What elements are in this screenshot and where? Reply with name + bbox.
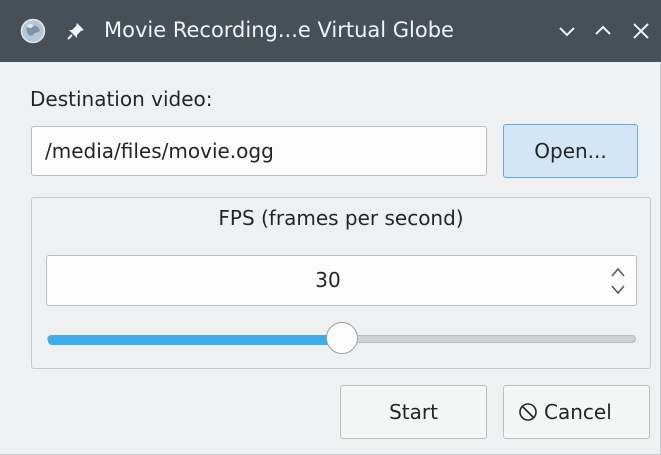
pin-icon[interactable] — [67, 22, 85, 40]
close-icon[interactable] — [630, 20, 652, 42]
globe-icon[interactable] — [20, 18, 46, 44]
minimize-icon[interactable] — [556, 20, 578, 42]
maximize-icon[interactable] — [592, 20, 614, 42]
cancel-button[interactable]: Cancel — [503, 385, 650, 439]
movie-recording-dialog: Movie Recording...e Virtual Globe Destin… — [0, 0, 661, 455]
destination-path-input[interactable] — [31, 126, 487, 176]
fps-slider-fill — [48, 335, 345, 345]
fps-value[interactable]: 30 — [47, 256, 609, 305]
window-title: Movie Recording...e Virtual Globe — [104, 18, 454, 42]
spin-arrows-icon[interactable] — [608, 264, 628, 298]
fps-spinbox[interactable]: 30 — [46, 255, 637, 306]
destination-label: Destination video: — [30, 87, 213, 111]
fps-group-title: FPS (frames per second) — [218, 206, 464, 230]
cancel-icon — [519, 403, 537, 421]
fps-group: FPS (frames per second) 30 — [31, 197, 651, 369]
start-button[interactable]: Start — [340, 385, 487, 439]
open-button[interactable]: Open... — [503, 124, 638, 178]
cancel-label: Cancel — [544, 400, 612, 424]
titlebar[interactable]: Movie Recording...e Virtual Globe — [0, 0, 661, 62]
fps-slider-handle[interactable] — [326, 322, 358, 354]
